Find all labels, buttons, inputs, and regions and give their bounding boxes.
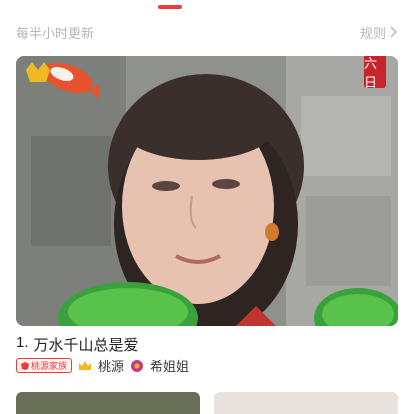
calendar-seal: 六日 (364, 56, 386, 90)
song-title: 万水千山总是爱 (33, 337, 139, 354)
uploader-name[interactable]: 桃源 (98, 356, 124, 375)
update-frequency-note: 每半小时更新 (16, 25, 95, 41)
active-tab-indicator (158, 5, 182, 9)
song-card-thumbnail[interactable] (16, 392, 200, 414)
flower-avatar-icon (131, 359, 144, 372)
co-uploader-name[interactable]: 希姐姐 (150, 356, 189, 375)
rules-label: 规则 (359, 25, 386, 41)
list-header: 每半小时更新 规则 (16, 22, 398, 42)
featured-song-card[interactable]: 六日 (16, 56, 398, 326)
song-rank: 1. (16, 334, 29, 351)
koi-fish-badge-icon (26, 62, 100, 100)
family-badge-label: 桃源家族 (31, 361, 68, 371)
song-card-thumbnail[interactable] (214, 392, 398, 414)
chevron-right-icon (390, 26, 398, 38)
rules-link[interactable]: 规则 (360, 23, 398, 42)
shield-icon (21, 361, 29, 370)
uploader-row: 桃源家族 桃源 希姐姐 (16, 356, 189, 375)
family-badge[interactable]: 桃源家族 (16, 358, 73, 373)
song-title-row[interactable]: 1. 万水千山总是爱 (16, 334, 139, 355)
crown-icon (79, 360, 92, 370)
